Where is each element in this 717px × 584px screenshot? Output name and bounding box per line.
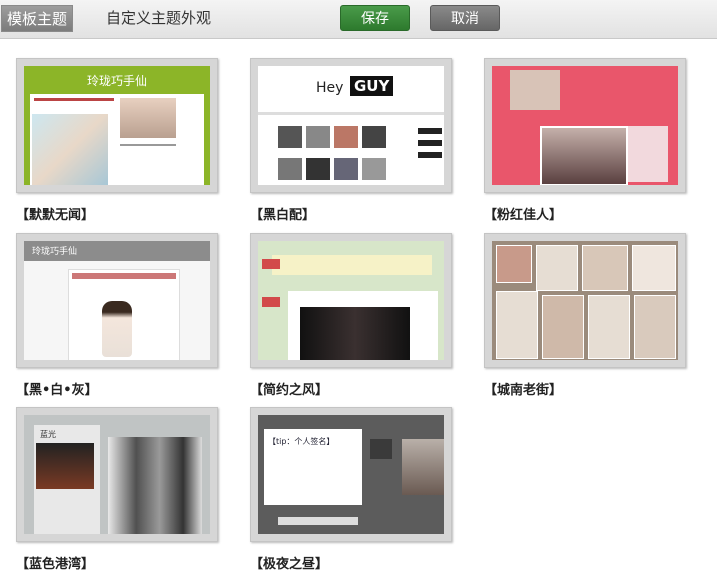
preview-photo (278, 126, 302, 148)
preview-photo (540, 126, 628, 185)
theme-thumbnail[interactable]: Hey GUY (250, 58, 452, 193)
theme-preview-image: Hey GUY (258, 66, 444, 185)
preview-photo (102, 301, 132, 357)
theme-preview-image: 蓝光 (24, 415, 210, 534)
theme-name: 【城南老街】 (484, 383, 563, 398)
preview-photo (402, 439, 444, 495)
theme-thumbnail[interactable] (484, 58, 686, 193)
preview-photo (632, 245, 676, 291)
theme-preview-image (492, 66, 678, 185)
preview-banner (272, 255, 432, 275)
preview-sidebar (628, 126, 668, 182)
preview-title: 【tip：个人签名】 (268, 437, 335, 446)
preview-photo (588, 295, 630, 359)
preview-line (72, 273, 176, 279)
tab-template-themes[interactable]: 模板主题 (1, 5, 73, 32)
theme-preview-image (492, 241, 678, 360)
top-toolbar: 模板主题 自定义主题外观 保存 取消 (0, 0, 717, 39)
preview-photo (536, 245, 578, 291)
preview-photo (108, 437, 202, 534)
preview-panel (30, 94, 204, 185)
theme-preview-image: 玲珑巧手仙 (24, 66, 210, 185)
preview-date-tag (262, 297, 280, 307)
theme-thumbnail[interactable]: 【tip：个人签名】 (250, 407, 452, 542)
preview-menu (418, 140, 442, 146)
preview-photo (36, 443, 94, 489)
preview-photo (634, 295, 676, 359)
theme-thumbnail[interactable] (250, 233, 452, 368)
preview-photo (496, 291, 538, 359)
tab-custom-theme[interactable]: 自定义主题外观 (106, 5, 211, 32)
preview-photo (496, 245, 532, 283)
preview-photo (370, 439, 392, 459)
cancel-button[interactable]: 取消 (430, 5, 500, 31)
preview-photo (362, 126, 386, 148)
preview-photo (334, 158, 358, 180)
theme-preview-image: 【tip：个人签名】 (258, 415, 444, 534)
preview-photo (362, 158, 386, 180)
theme-name: 【黑白配】 (250, 208, 316, 223)
theme-name: 【蓝色港湾】 (16, 557, 95, 572)
preview-title: Hey (316, 80, 344, 96)
preview-photo (300, 307, 410, 360)
preview-photo (510, 70, 560, 110)
preview-line (120, 144, 176, 146)
save-button[interactable]: 保存 (340, 5, 410, 31)
theme-name: 【黑•白•灰】 (16, 383, 98, 398)
preview-photo (582, 245, 628, 291)
theme-name: 【默默无闻】 (16, 208, 95, 223)
theme-thumbnail[interactable]: 蓝光 (16, 407, 218, 542)
theme-name: 【粉红佳人】 (484, 208, 563, 223)
preview-photo (278, 158, 302, 180)
preview-title: 玲珑巧手仙 (32, 247, 78, 257)
theme-preview-image (258, 241, 444, 360)
theme-thumbnail[interactable]: 玲珑巧手仙 (16, 58, 218, 193)
preview-line (34, 98, 114, 101)
preview-photo (306, 158, 330, 180)
theme-name: 【极夜之昼】 (250, 557, 329, 572)
preview-menu (418, 152, 442, 158)
preview-photo (306, 126, 330, 148)
preview-photo (32, 114, 108, 185)
theme-thumbnail[interactable]: 玲珑巧手仙 (16, 233, 218, 368)
preview-title-badge: GUY (350, 76, 394, 96)
theme-name: 【简约之风】 (250, 383, 329, 398)
preview-menu (418, 128, 442, 134)
preview-footer (278, 517, 358, 525)
preview-title: 蓝光 (40, 430, 56, 439)
preview-divider (258, 112, 444, 115)
preview-photo (542, 295, 584, 359)
preview-date-tag (262, 259, 280, 269)
preview-photo (334, 126, 358, 148)
theme-thumbnail[interactable] (484, 233, 686, 368)
preview-title: 玲珑巧手仙 (86, 74, 147, 88)
preview-photo (120, 98, 176, 138)
theme-preview-image: 玲珑巧手仙 (24, 241, 210, 360)
